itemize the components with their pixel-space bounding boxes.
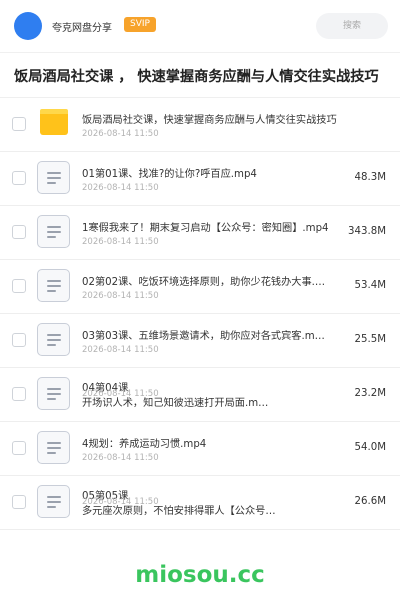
file-icon: [37, 269, 70, 302]
checkbox[interactable]: [12, 279, 26, 293]
search-input[interactable]: 搜索: [316, 13, 388, 39]
list-item[interactable]: 03第03课、五维场景邀请术，助你应对各式宾客.m… 2026-08-14 11…: [0, 314, 400, 368]
list-item[interactable]: 饭局酒局社交课，快速掌握商务应酬与人情交往实战技巧 2026-08-14 11:…: [0, 98, 400, 152]
file-name-line2: 多元座次原则，不怕安排得罪人【公众号…: [82, 506, 276, 517]
watermark: miosou.cc: [135, 562, 265, 588]
list-item[interactable]: 05第05课 2026-08-14 11:50 多元座次原则，不怕安排得罪人【公…: [0, 476, 400, 530]
file-list: 饭局酒局社交课，快速掌握商务应酬与人情交往实战技巧 2026-08-14 11:…: [0, 98, 400, 530]
file-icon: [37, 377, 70, 410]
list-item[interactable]: 04第04课 2026-08-14 11:50 开场识人术，知己知彼迅速打开局面…: [0, 368, 400, 422]
file-size: 343.8M: [348, 226, 386, 237]
file-icon: [37, 323, 70, 356]
checkbox[interactable]: [12, 225, 26, 239]
file-icon: [37, 431, 70, 464]
app-name: 夸克网盘分享: [52, 23, 112, 34]
file-icon: [37, 215, 70, 248]
file-name: 02第02课、吃饭环境选择原则，助你少花钱办大事.…: [82, 277, 326, 288]
file-size: 25.5M: [354, 334, 386, 345]
file-icon: [37, 161, 70, 194]
checkbox[interactable]: [12, 387, 26, 401]
file-name: 01第01课、找准?的让你?呼百应.mp4: [82, 169, 257, 180]
folder-icon: [40, 109, 68, 135]
file-date: 2026-08-14 11:50: [82, 291, 159, 301]
top-bar: 夸克网盘分享 SVIP 搜索: [0, 0, 400, 52]
file-date: 2026-08-14 11:50: [82, 183, 159, 193]
file-size: 54.0M: [354, 442, 386, 453]
avatar[interactable]: [14, 12, 42, 40]
folder-title-bar: 饭局酒局社交课 ， 快速掌握商务应酬与人情交往实战技巧: [0, 52, 400, 98]
checkbox[interactable]: [12, 441, 26, 455]
file-name: 饭局酒局社交课，快速掌握商务应酬与人情交往实战技巧: [82, 115, 337, 126]
list-item[interactable]: 02第02课、吃饭环境选择原则，助你少花钱办大事.… 2026-08-14 11…: [0, 260, 400, 314]
checkbox[interactable]: [12, 117, 26, 131]
file-date: 2026-08-14 11:50: [82, 453, 159, 463]
list-item[interactable]: 01第01课、找准?的让你?呼百应.mp4 2026-08-14 11:50 4…: [0, 152, 400, 206]
file-size: 48.3M: [354, 172, 386, 183]
svip-badge[interactable]: SVIP: [124, 17, 156, 32]
checkbox[interactable]: [12, 333, 26, 347]
list-item[interactable]: 4规划：养成运动习惯.mp4 2026-08-14 11:50 54.0M: [0, 422, 400, 476]
file-name: 1寒假我来了！期末复习启动【公众号：密知圈】.mp4: [82, 223, 329, 234]
file-date: 2026-08-14 11:50: [82, 345, 159, 355]
file-name: 4规划：养成运动习惯.mp4: [82, 439, 207, 450]
file-name-line2: 开场识人术，知己知彼迅速打开局面.m…: [82, 398, 269, 409]
file-size: 23.2M: [354, 388, 386, 399]
file-date: 2026-08-14 11:50: [82, 237, 159, 247]
file-date: 2026-08-14 11:50: [82, 129, 159, 139]
file-size: 53.4M: [354, 280, 386, 291]
page-title: 饭局酒局社交课 ， 快速掌握商务应酬与人情交往实战技巧: [14, 69, 379, 85]
list-item[interactable]: 1寒假我来了！期末复习启动【公众号：密知圈】.mp4 2026-08-14 11…: [0, 206, 400, 260]
file-name: 03第03课、五维场景邀请术，助你应对各式宾客.m…: [82, 331, 325, 342]
checkbox[interactable]: [12, 171, 26, 185]
checkbox[interactable]: [12, 495, 26, 509]
file-size: 26.6M: [354, 496, 386, 507]
file-icon: [37, 485, 70, 518]
